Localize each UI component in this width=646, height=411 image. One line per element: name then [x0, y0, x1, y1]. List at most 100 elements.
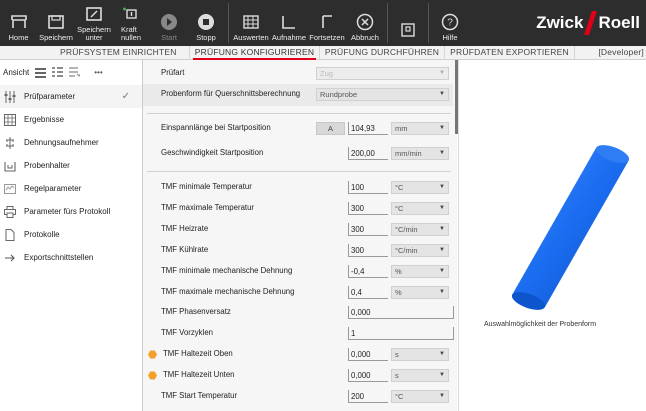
form-row-probenform: Probenform für Querschnittsberechnung Ru… [143, 84, 453, 106]
printer-icon [4, 205, 16, 218]
tmf-value-input[interactable]: 0,000 [348, 369, 388, 383]
einspann-input[interactable]: 104,93 [348, 122, 388, 135]
force-zero-icon [121, 5, 139, 23]
form-row-einspannlaenge: Einspannlänge bei Startposition A 104,93… [143, 118, 453, 140]
tab-developer[interactable]: [Developer] [575, 46, 646, 60]
tab-pruefdaten-exportieren[interactable]: PRÜFDATEN EXPORTIEREN [445, 46, 575, 60]
chevron-down-icon: ▼ [439, 393, 445, 399]
chevron-down-icon: ▼ [439, 70, 445, 76]
form-row-tmf: TMF maximale mechanische Dehnung 0,4% ▼ [143, 282, 453, 304]
home-icon [10, 13, 28, 31]
pruefart-select[interactable]: Zug ▼ [316, 67, 449, 80]
abort-button[interactable]: Abbruch [346, 0, 384, 46]
force-zero-button[interactable]: Kraft nullen [113, 0, 151, 46]
tmf-value-input[interactable]: 300 [348, 222, 388, 236]
record-button[interactable]: Aufnahme [270, 0, 308, 46]
chevron-down-icon: ▼ [439, 246, 445, 253]
form-row-pruefart: Prüfart Zug ▼ [143, 63, 453, 85]
more-options-icon[interactable]: ••• [94, 68, 102, 77]
list-view-icon[interactable] [35, 67, 47, 78]
geschwindigkeit-unit-select[interactable]: mm/min ▼ [391, 147, 449, 160]
tmf-unit-select[interactable]: °C ▼ [391, 201, 449, 215]
einspann-a-button[interactable]: A [316, 122, 345, 135]
parameter-form: Prüfart Zug ▼ Probenform für Querschnitts… [143, 60, 457, 411]
form-row-tmf: TMF Haltezeit Oben 0,000 s ▼ [143, 344, 453, 366]
sidebar-item-parameter-protokoll[interactable]: Parameter fürs Protokoll [0, 200, 142, 223]
section-divider [147, 113, 451, 114]
sidebar-item-probenhalter[interactable]: Probenhalter [0, 154, 142, 177]
chevron-down-icon: ▼ [439, 150, 445, 156]
sidebar-item-regelparameter[interactable]: Regelparameter [0, 177, 142, 200]
geschwindigkeit-input[interactable]: 200,00 [348, 147, 388, 160]
help-icon: ? [441, 13, 459, 31]
zwickroell-logo: Zwick Roell [536, 10, 640, 36]
ribbon-separator [387, 3, 388, 43]
tmf-unit-select[interactable]: °C/min ▼ [391, 243, 449, 257]
form-row-tmf: TMF maximale Temperatur 300 °C ▼ [143, 198, 453, 220]
home-button[interactable]: Home [0, 0, 37, 46]
specimen-cylinder [511, 145, 630, 310]
tmf-value-input[interactable]: 0,000 [348, 348, 388, 362]
probenform-select[interactable]: Rundprobe ▼ [316, 88, 449, 101]
save-as-icon [85, 5, 103, 23]
save-as-button[interactable]: Speichern unter [75, 0, 113, 46]
chevron-down-icon: ▼ [439, 184, 445, 190]
form-row-tmf: TMF Vorzyklen 1 [143, 323, 454, 345]
save-icon [47, 13, 65, 31]
tab-pruefung-durchfuehren[interactable]: PRÜFUNG DURCHFÜHREN [320, 46, 445, 60]
parameter-icon [4, 90, 16, 103]
sidebar-item-pruefparameter[interactable]: Prüfparameter ✓ [0, 85, 142, 108]
tmf-value-input[interactable]: 300 [348, 201, 388, 215]
clipboard-button[interactable] [391, 0, 425, 46]
chevron-down-icon: ▼ [439, 225, 445, 232]
specimen-preview-panel: Auswahlmöglichkeit der Probenform [458, 60, 646, 411]
filter-view-icon[interactable] [69, 66, 82, 79]
tmf-unit-select[interactable]: °C/min ▼ [391, 222, 449, 236]
tmf-value-input[interactable]: 0,000 [348, 306, 454, 320]
stop-icon [197, 13, 215, 31]
view-toolbar: Ansicht ••• [3, 66, 103, 79]
detail-view-icon[interactable] [52, 66, 64, 79]
svg-text:?: ? [447, 18, 453, 29]
save-button[interactable]: Speichern [37, 0, 75, 46]
continue-icon [318, 13, 336, 31]
help-button[interactable]: ? Hilfe [432, 0, 468, 46]
start-button[interactable]: Start [151, 0, 187, 46]
tmf-unit-select[interactable]: °C ▼ [391, 390, 449, 403]
tmf-value-input[interactable]: -0,4 [348, 264, 388, 278]
extensometer-icon [4, 136, 16, 149]
stop-button[interactable]: Stopp [187, 0, 225, 46]
chevron-down-icon: ▼ [439, 372, 445, 379]
check-icon: ✓ [121, 91, 130, 102]
sidebar-item-dehnungsaufnehmer[interactable]: Dehnungsaufnehmer [0, 131, 142, 154]
tmf-value-input[interactable]: 1 [348, 327, 454, 341]
tmf-unit-select[interactable]: s ▼ [391, 348, 449, 362]
evaluate-button[interactable]: Auswerten [232, 0, 270, 46]
workflow-tabs: PRÜFSYSTEM EINRICHTEN PRÜFUNG KONFIGURIE… [0, 46, 646, 60]
tmf-value-input[interactable]: 200 [348, 390, 388, 403]
tmf-unit-select[interactable]: % ▼ [391, 264, 449, 278]
tmf-value-input[interactable]: 300 [348, 243, 388, 257]
tmf-unit-select[interactable]: s ▼ [391, 369, 449, 383]
tab-pruefsystem-einrichten[interactable]: PRÜFSYSTEM EINRICHTEN [0, 46, 190, 60]
form-row-tmf: TMF Heizrate 300 °C/min ▼ [143, 219, 453, 241]
tab-pruefung-konfigurieren[interactable]: PRÜFUNG KONFIGURIEREN [190, 46, 320, 60]
document-icon [4, 228, 16, 241]
tmf-value-input[interactable]: 0,4 [348, 285, 388, 299]
chevron-down-icon: ▼ [439, 125, 445, 131]
tmf-unit-select[interactable]: % ▼ [391, 285, 449, 299]
tmf-value-input[interactable]: 100 [348, 181, 388, 194]
chevron-down-icon: ▼ [439, 204, 445, 211]
sidebar-item-exportschnittstellen[interactable]: Exportschnittstellen [0, 246, 142, 269]
warning-hexagon-icon [148, 371, 157, 380]
ribbon-separator [228, 3, 229, 43]
sidebar-item-ergebnisse[interactable]: Ergebnisse [0, 108, 142, 131]
einspann-unit-select[interactable]: mm ▼ [391, 122, 449, 135]
form-row-tmf: TMF minimale mechanische Dehnung -0,4% ▼ [143, 261, 453, 283]
continue-button[interactable]: Fortsetzen [308, 0, 346, 46]
ribbon-separator [428, 3, 429, 43]
sidebar-item-protokolle[interactable]: Protokolle [0, 223, 142, 246]
form-row-tmf: TMF Start Temperatur 200 °C ▼ [143, 386, 453, 408]
start-icon [160, 13, 178, 31]
tmf-unit-select[interactable]: °C ▼ [391, 181, 449, 194]
